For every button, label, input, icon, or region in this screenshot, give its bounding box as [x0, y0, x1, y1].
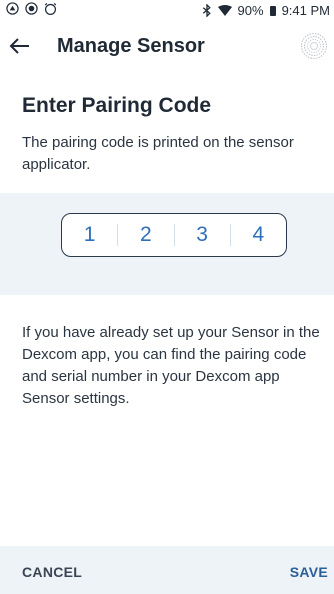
pairing-code-input[interactable]: 1 2 3 4 — [61, 213, 287, 257]
code-digit-2[interactable]: 2 — [118, 223, 173, 247]
bottom-action-bar: CANCEL SAVE — [0, 546, 334, 594]
section-heading: Enter Pairing Code — [22, 94, 212, 117]
sensor-icon[interactable] — [300, 32, 328, 60]
pairing-code-band: 1 2 3 4 — [0, 193, 334, 295]
info-text: If you have already set up your Sensor i… — [22, 324, 320, 407]
code-digit-3[interactable]: 3 — [175, 223, 230, 247]
save-button[interactable]: SAVE — [290, 564, 328, 580]
cancel-button[interactable]: CANCEL — [22, 564, 82, 580]
status-time: 9:41 PM — [281, 3, 330, 18]
battery-icon — [269, 5, 276, 16]
status-right-icons: 90% 9:41 PM — [202, 3, 330, 18]
record-icon — [25, 2, 38, 15]
alarm-icon — [44, 2, 57, 15]
status-bar: 90% 9:41 PM — [0, 0, 334, 22]
back-arrow-icon[interactable] — [8, 34, 34, 58]
code-digit-1[interactable]: 1 — [62, 223, 117, 247]
notification-icon — [6, 2, 19, 15]
battery-percent: 90% — [237, 3, 264, 18]
pairing-instructions: The pairing code is printed on the senso… — [22, 134, 294, 173]
code-digit-4[interactable]: 4 — [231, 223, 286, 247]
page-title: Manage Sensor — [57, 35, 205, 57]
app-bar: Manage Sensor — [0, 22, 334, 70]
wifi-icon — [217, 4, 232, 16]
bluetooth-icon — [202, 4, 211, 17]
status-left-icons — [6, 2, 57, 15]
